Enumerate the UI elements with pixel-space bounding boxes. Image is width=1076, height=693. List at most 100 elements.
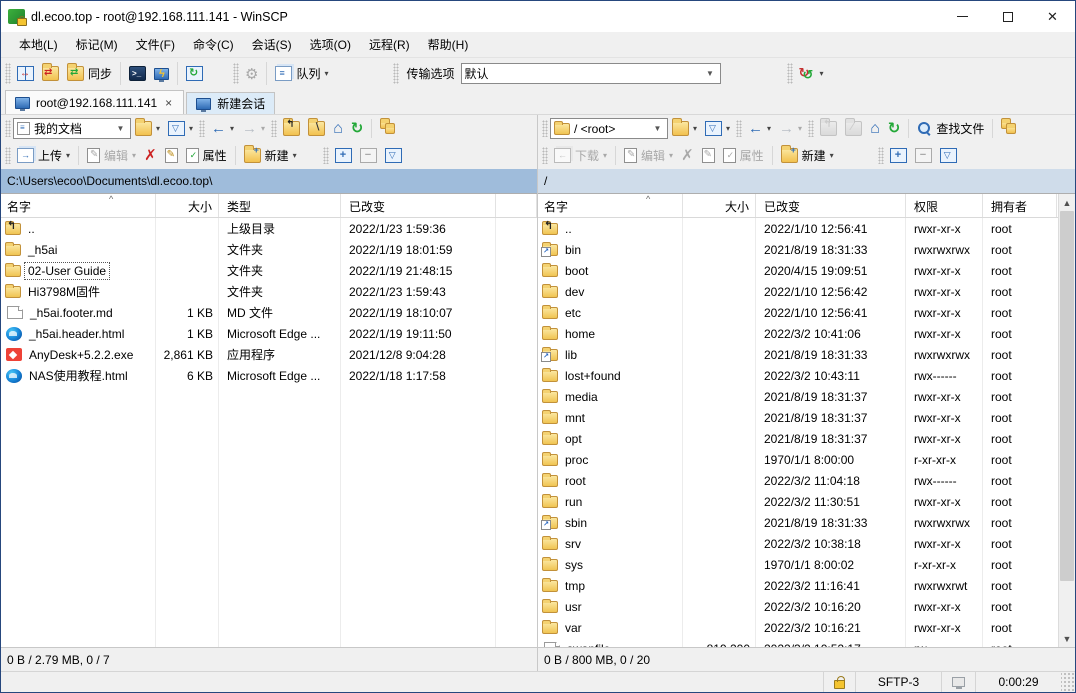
- local-home-button[interactable]: ⌂: [329, 118, 347, 140]
- column-header[interactable]: [496, 194, 537, 217]
- file-row[interactable]: AnyDesk+5.2.2.exe2,861 KB应用程序2021/12/8 9…: [1, 344, 537, 365]
- file-row[interactable]: swapfile819,2002022/3/2 10:52:17rw------…: [538, 638, 1075, 647]
- file-row[interactable]: sbin2021/8/19 18:31:33rwxrwxrwxroot: [538, 512, 1075, 533]
- local-parent-directory-button[interactable]: ↰: [279, 118, 304, 139]
- file-row[interactable]: bin2021/8/19 18:31:33rwxrwxrwxroot: [538, 239, 1075, 260]
- file-row[interactable]: NAS使用教程.html6 KBMicrosoft Edge ...2022/1…: [1, 365, 537, 386]
- minimize-button[interactable]: [940, 1, 985, 32]
- file-row[interactable]: home2022/3/2 10:41:06rwxr-xr-xroot: [538, 323, 1075, 344]
- open-terminal-button[interactable]: >_: [125, 63, 150, 84]
- file-row[interactable]: dev2022/1/10 12:56:42rwxr-xr-xroot: [538, 281, 1075, 302]
- upload-button[interactable]: →上传▾: [13, 144, 74, 167]
- local-properties-button[interactable]: ✓属性: [182, 144, 231, 167]
- local-unselect-button[interactable]: −: [356, 145, 381, 166]
- remote-select-button[interactable]: +: [886, 145, 911, 166]
- tab-new-session[interactable]: 新建会话: [186, 92, 275, 114]
- tab-session-active[interactable]: root@192.168.111.141 ×: [5, 90, 184, 114]
- local-rename-button[interactable]: ✎: [161, 145, 182, 166]
- file-row[interactable]: var2022/3/2 10:16:21rwxr-xr-xroot: [538, 617, 1075, 638]
- remote-parent-directory-button[interactable]: ↰: [816, 118, 841, 139]
- vertical-scrollbar[interactable]: ▲ ▼: [1058, 194, 1075, 647]
- file-row[interactable]: ..上级目录2022/1/23 1:59:36: [1, 218, 537, 239]
- scroll-down-icon[interactable]: ▼: [1059, 630, 1075, 647]
- file-row[interactable]: etc2022/1/10 12:56:41rwxr-xr-xroot: [538, 302, 1075, 323]
- compare-directories-button[interactable]: ⇄: [38, 63, 63, 84]
- console-command-button[interactable]: ϟ: [150, 65, 173, 83]
- file-row[interactable]: _h5ai.header.html1 KBMicrosoft Edge ...2…: [1, 323, 537, 344]
- close-button[interactable]: ✕: [1030, 1, 1075, 32]
- remote-selection-filter-button[interactable]: ▽: [936, 145, 961, 166]
- menu-item[interactable]: 命令(C): [185, 33, 242, 56]
- remote-rename-button[interactable]: ✎: [698, 145, 719, 166]
- file-row[interactable]: lost+found2022/3/2 10:43:11rwx------root: [538, 365, 1075, 386]
- column-header[interactable]: 已改变: [341, 194, 496, 217]
- file-row[interactable]: srv2022/3/2 10:38:18rwxr-xr-xroot: [538, 533, 1075, 554]
- toggle-panels-button[interactable]: ↔: [13, 63, 38, 84]
- local-drive-combobox[interactable]: ≡ 我的文档 ▼: [13, 118, 131, 139]
- local-select-button[interactable]: +: [331, 145, 356, 166]
- file-row[interactable]: proc1970/1/1 8:00:00r-xr-xr-xroot: [538, 449, 1075, 470]
- synchronize-button[interactable]: ⇄同步: [63, 62, 116, 85]
- remote-delete-button[interactable]: ✗: [677, 145, 698, 166]
- menu-item[interactable]: 本地(L): [11, 33, 66, 56]
- maximize-button[interactable]: [985, 1, 1030, 32]
- file-row[interactable]: _h5ai.footer.md1 KBMD 文件2022/1/19 18:10:…: [1, 302, 537, 323]
- remote-drive-combobox[interactable]: / <root> ▼: [550, 118, 668, 139]
- file-row[interactable]: run2022/3/2 11:30:51rwxr-xr-xroot: [538, 491, 1075, 512]
- menu-item[interactable]: 文件(F): [128, 33, 183, 56]
- remote-properties-button[interactable]: ✓属性: [719, 144, 768, 167]
- encryption-cell[interactable]: [823, 672, 855, 692]
- remote-follow-local-button[interactable]: [997, 118, 1022, 139]
- remote-forward-button[interactable]: →▾: [775, 118, 806, 139]
- queue-button[interactable]: ≡队列▾: [271, 62, 332, 85]
- scrollbar-thumb[interactable]: [1060, 211, 1074, 581]
- local-root-directory-button[interactable]: ∖: [304, 118, 329, 139]
- file-row[interactable]: boot2020/4/15 19:09:51rwxr-xr-xroot: [538, 260, 1075, 281]
- download-button[interactable]: ←下载▾: [550, 144, 611, 167]
- remote-edit-button[interactable]: ✎编辑▾: [620, 144, 677, 167]
- refresh-session-button[interactable]: ↻: [182, 63, 207, 84]
- transfer-settings-button[interactable]: ↻↺ ▾: [795, 63, 828, 84]
- remote-back-button[interactable]: ←▾: [744, 118, 775, 139]
- column-header[interactable]: 类型: [219, 194, 341, 217]
- transfer-preset-combobox[interactable]: 默认 ▼: [461, 63, 721, 84]
- remote-path-bar[interactable]: /: [538, 169, 1075, 193]
- file-row[interactable]: lib2021/8/19 18:31:33rwxrwxrwxroot: [538, 344, 1075, 365]
- column-header[interactable]: 大小: [156, 194, 219, 217]
- column-header[interactable]: 权限: [906, 194, 983, 217]
- local-new-button[interactable]: +新建▾: [240, 144, 301, 167]
- file-row[interactable]: mnt2021/8/19 18:31:37rwxr-xr-xroot: [538, 407, 1075, 428]
- local-follow-remote-button[interactable]: [376, 118, 401, 139]
- local-filter-button[interactable]: ▽▾: [164, 118, 197, 139]
- file-row[interactable]: _h5ai文件夹2022/1/19 18:01:59: [1, 239, 537, 260]
- connection-cell[interactable]: [941, 672, 975, 692]
- file-row[interactable]: media2021/8/19 18:31:37rwxr-xr-xroot: [538, 386, 1075, 407]
- menu-item[interactable]: 帮助(H): [420, 33, 477, 56]
- file-row[interactable]: tmp2022/3/2 11:16:41rwxrwxrwtroot: [538, 575, 1075, 596]
- file-row[interactable]: usr2022/3/2 10:16:20rwxr-xr-xroot: [538, 596, 1075, 617]
- local-refresh-button[interactable]: ↻: [347, 118, 368, 139]
- remote-root-directory-button[interactable]: ∕: [841, 118, 866, 139]
- menu-item[interactable]: 会话(S): [244, 33, 300, 56]
- column-header[interactable]: 大小: [683, 194, 756, 217]
- file-row[interactable]: opt2021/8/19 18:31:37rwxr-xr-xroot: [538, 428, 1075, 449]
- local-selection-filter-button[interactable]: ▽: [381, 145, 406, 166]
- local-path-bar[interactable]: C:\Users\ecoo\Documents\dl.ecoo.top\: [1, 169, 537, 193]
- column-header[interactable]: 名字^: [1, 194, 156, 217]
- file-row[interactable]: ..2022/1/10 12:56:41rwxr-xr-xroot: [538, 218, 1075, 239]
- local-back-button[interactable]: ←▾: [207, 118, 238, 139]
- local-forward-button[interactable]: →▾: [238, 118, 269, 139]
- column-header[interactable]: 已改变: [756, 194, 906, 217]
- remote-new-button[interactable]: +新建▾: [777, 144, 838, 167]
- protocol-cell[interactable]: SFTP-3: [855, 672, 941, 692]
- remote-home-button[interactable]: ⌂: [866, 118, 884, 140]
- remote-open-directory-button[interactable]: ▾: [668, 118, 701, 139]
- local-edit-button[interactable]: ✎编辑▾: [83, 144, 140, 167]
- file-row[interactable]: Hi3798M固件文件夹2022/1/23 1:59:43: [1, 281, 537, 302]
- file-row[interactable]: root2022/3/2 11:04:18rwx------root: [538, 470, 1075, 491]
- file-row[interactable]: sys1970/1/1 8:00:02r-xr-xr-xroot: [538, 554, 1075, 575]
- column-header[interactable]: 名字^: [538, 194, 683, 217]
- menu-item[interactable]: 标记(M): [68, 33, 126, 56]
- local-open-directory-button[interactable]: ▾: [131, 118, 164, 139]
- remote-refresh-button[interactable]: ↻: [884, 118, 905, 139]
